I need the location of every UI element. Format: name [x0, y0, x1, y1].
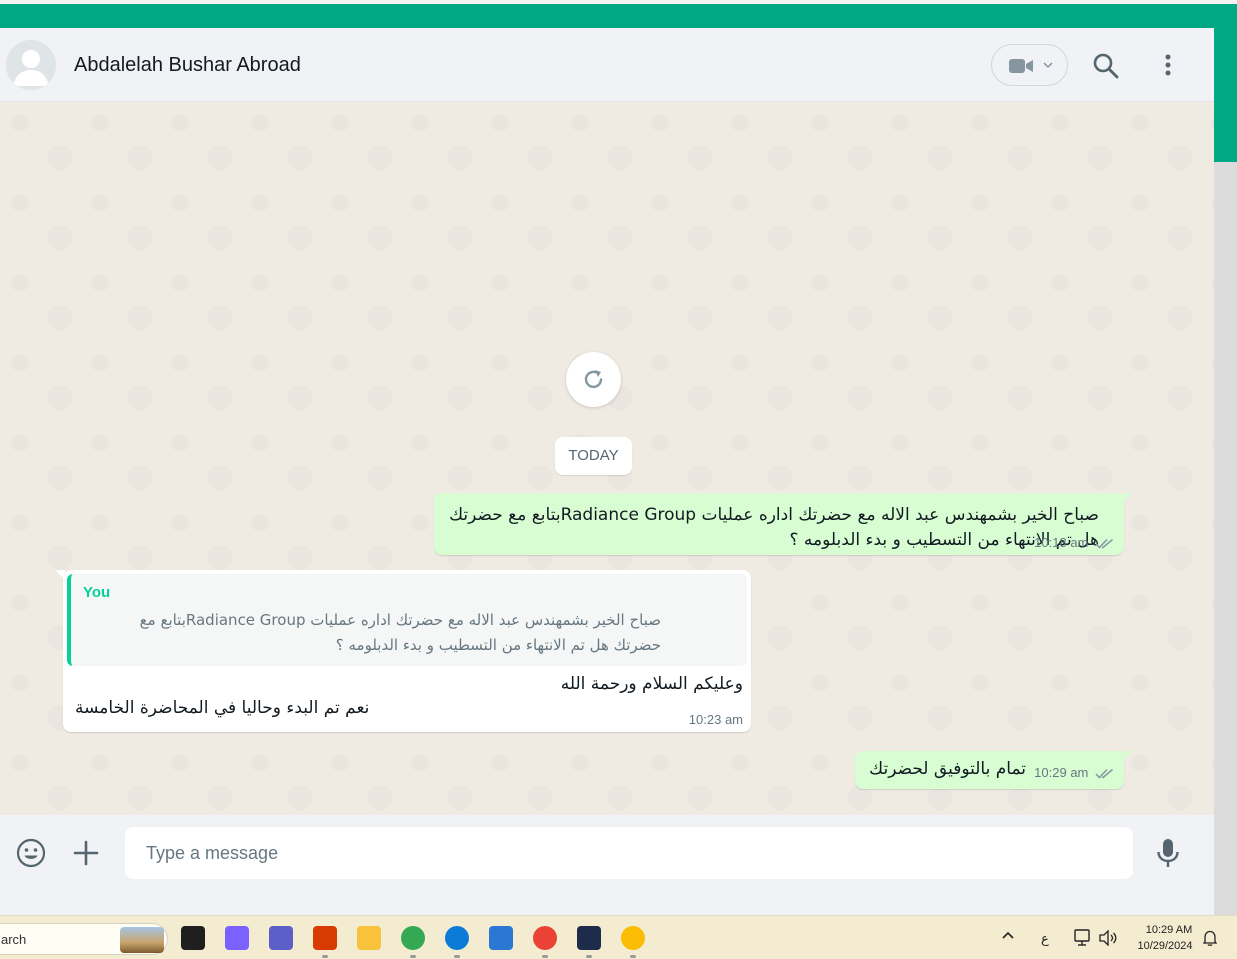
notepad-icon[interactable]	[489, 926, 513, 950]
equalizer-app-icon[interactable]	[577, 926, 601, 950]
whatsapp-window: Abdalelah Bushar Abroad TODAY صباح الخير…	[0, 28, 1214, 890]
language-indicator[interactable]: ع	[1041, 931, 1049, 947]
notification-bell-icon[interactable]	[1203, 930, 1217, 946]
message-time: 10:18 am	[1034, 535, 1089, 550]
video-camera-icon	[1009, 59, 1033, 73]
running-indicator	[410, 955, 416, 958]
attach-plus-icon[interactable]	[72, 839, 100, 867]
bubble-tail	[1122, 493, 1132, 503]
quoted-text: صباح الخير بشمهندس عبد الاله مع حضرتك اد…	[139, 611, 661, 654]
edge-icon[interactable]	[445, 926, 469, 950]
windows-taskbar: arch ع 10:29 AM 10/29/2024	[0, 915, 1237, 959]
message-bubble-incoming[interactable]: You صباح الخير بشمهندس عبد الاله مع حضرت…	[55, 570, 751, 732]
message-composer	[0, 815, 1214, 890]
running-indicator	[586, 955, 592, 958]
more-options-icon[interactable]	[1158, 52, 1178, 80]
bubble-tail	[55, 570, 65, 580]
bubble-tail	[1122, 751, 1132, 761]
network-icon[interactable]	[1074, 929, 1094, 947]
double-check-icon	[1095, 538, 1113, 549]
running-indicator	[630, 955, 636, 958]
taskbar-search-box[interactable]: arch	[0, 923, 168, 955]
file-explorer-icon[interactable]	[357, 926, 381, 950]
snipping-tool-icon[interactable]	[313, 926, 337, 950]
message-text-line: وعليكم السلام ورحمة الله	[560, 674, 743, 694]
message-list[interactable]: TODAY صباح الخير بشمهندس عبد الاله مع حض…	[0, 103, 1214, 815]
video-call-button[interactable]	[991, 44, 1068, 86]
clock-time[interactable]: 10:29 AM	[1143, 924, 1195, 936]
message-bubble-outgoing[interactable]: تمام بالتوفيق لحضرتك 10:29 am	[855, 751, 1132, 789]
message-time: 10:23 am	[688, 712, 743, 727]
chrome-badge-icon[interactable]	[621, 926, 645, 950]
teams-icon[interactable]	[269, 926, 293, 950]
refresh-icon	[584, 370, 603, 389]
message-time: 10:29 am	[1034, 765, 1089, 780]
copilot-icon[interactable]	[225, 926, 249, 950]
message-text-line: نعم تم البدء وحاليا في المحاضرة الخامسة	[75, 698, 370, 718]
message-text: صباح الخير بشمهندس عبد الاله مع حضرتك اد…	[449, 505, 1099, 550]
top-accent-band	[0, 0, 1237, 28]
running-indicator	[322, 955, 328, 958]
volume-icon[interactable]	[1099, 930, 1117, 946]
date-divider: TODAY	[555, 437, 632, 475]
chevron-up-icon[interactable]	[1001, 930, 1015, 940]
side-scroll-area	[1214, 162, 1237, 915]
contact-avatar[interactable]	[6, 40, 56, 90]
contact-name[interactable]: Abdalelah Bushar Abroad	[74, 54, 301, 77]
side-accent-strip	[1214, 28, 1237, 162]
message-input[interactable]	[125, 827, 1133, 879]
search-icon[interactable]	[1092, 52, 1120, 80]
message-meta: 10:29 am	[1034, 765, 1114, 780]
emoji-icon[interactable]	[15, 837, 47, 869]
quoted-author: You	[83, 584, 111, 601]
load-older-button[interactable]	[566, 352, 621, 407]
message-bubble-outgoing[interactable]: صباح الخير بشمهندس عبد الاله مع حضرتك اد…	[434, 493, 1132, 555]
taskbar-search-text: arch	[1, 932, 27, 947]
message-text: تمام بالتوفيق لحضرتك	[869, 759, 1026, 779]
message-meta: 10:18 am	[1034, 535, 1114, 550]
chevron-down-icon	[1043, 62, 1053, 69]
chat-header: Abdalelah Bushar Abroad	[0, 28, 1214, 102]
search-highlight-image	[120, 927, 164, 953]
chrome-icon[interactable]	[533, 926, 557, 950]
chrome-profile-icon[interactable]	[401, 926, 425, 950]
clock-date[interactable]: 10/29/2024	[1130, 940, 1200, 952]
task-view-icon[interactable]	[181, 926, 205, 950]
default-avatar-icon	[6, 40, 56, 90]
microphone-icon[interactable]	[1154, 837, 1182, 869]
running-indicator	[454, 955, 460, 958]
quoted-message[interactable]: You صباح الخير بشمهندس عبد الاله مع حضرت…	[67, 574, 747, 666]
running-indicator	[542, 955, 548, 958]
double-check-icon	[1095, 768, 1113, 779]
